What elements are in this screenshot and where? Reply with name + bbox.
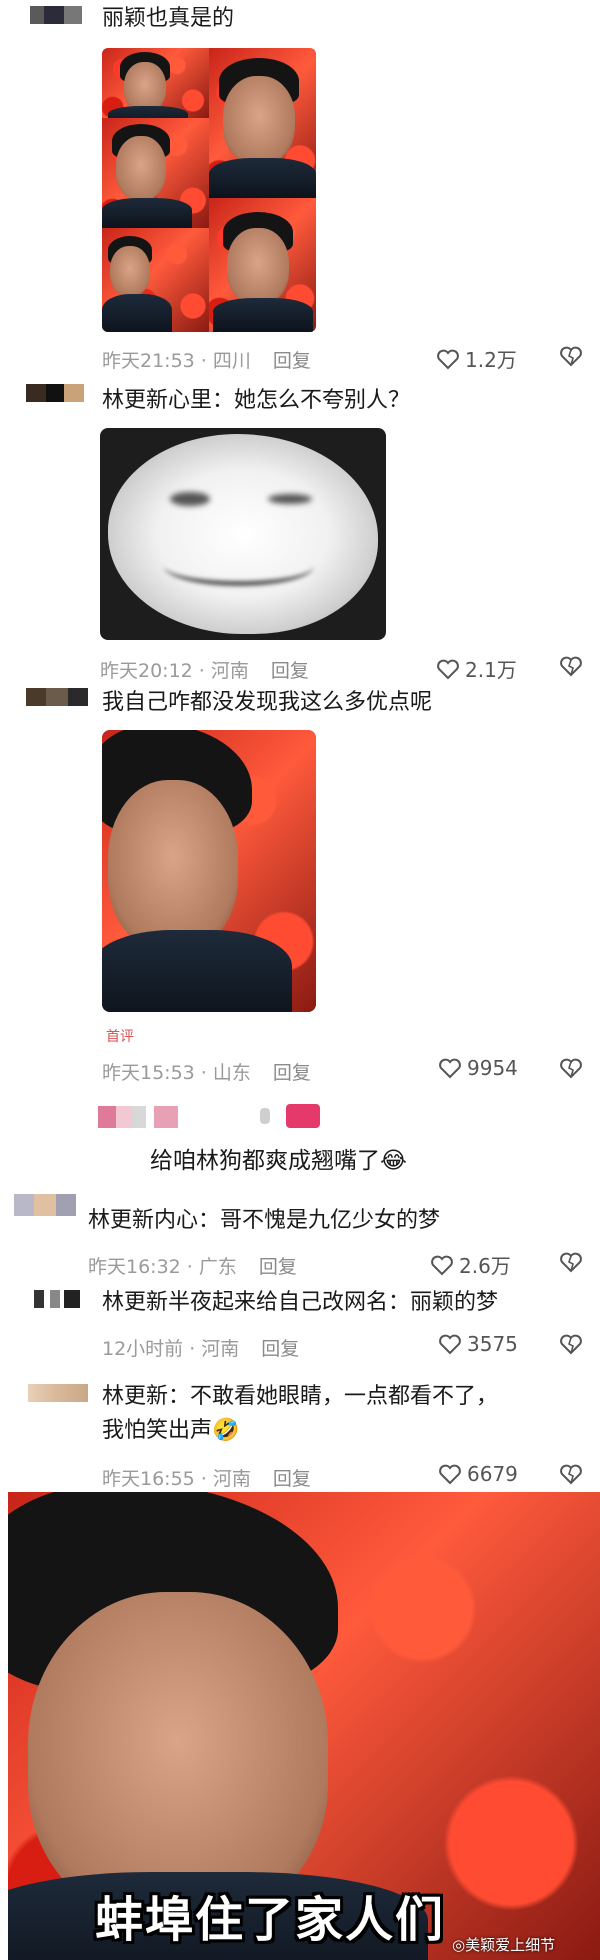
like-count: 2.1万 [465,658,517,682]
reply-button[interactable]: 回复 [271,660,309,682]
comment-6: 林更新半夜起来给自己改网名：丽颖的梦 12小时前 · 河南 回复 3575 [0,1280,600,1372]
panda-face [108,434,378,634]
avatar[interactable] [14,1194,76,1216]
comment-meta: 12小时前 · 河南 回复 [102,1334,299,1361]
avatar[interactable] [28,1384,88,1402]
meme-cell [209,48,316,198]
comment-text: 给咱林狗都爽成翘嘴了😂 [150,1148,407,1174]
avatar[interactable] [26,384,84,402]
comment-text-line2: 我怕笑出声🤣 [102,1418,240,1443]
like-count: 3575 [467,1332,518,1356]
heart-icon [437,349,459,369]
broken-heart-icon[interactable] [558,1332,584,1356]
heart-icon [439,1334,461,1355]
comment-meta: 昨天15:53 · 山东 回复 [102,1058,311,1085]
reply-button[interactable]: 回复 [273,1468,311,1490]
reply-button[interactable]: 回复 [273,350,311,372]
banner-caption: 蚌埠住了家人们 [95,1892,446,1948]
reply-button[interactable]: 回复 [273,1062,311,1084]
like-button[interactable]: 1.2万 [436,344,517,373]
comment-meta: 昨天16:32 · 广东 回复 [88,1252,297,1279]
comment-text-line1: 林更新：不敢看她眼睛，一点都看不了， [102,1384,499,1409]
comment-meta: 昨天20:12 · 河南 回复 [100,656,309,683]
comment-reply: 给咱林狗都爽成翘嘴了😂 [0,1100,600,1190]
like-button[interactable]: 9954 [438,1056,518,1080]
broken-heart-icon[interactable] [558,344,584,368]
first-comment-badge: 首评 [106,1029,134,1045]
time-place: 昨天20:12 · 河南 [100,660,249,682]
comment-text: 林更新半夜起来给自己改网名：丽颖的梦 [102,1290,499,1315]
heart-icon [437,659,459,679]
meme-cell [102,48,209,118]
comment-meta: 昨天16:55 · 河南 回复 [102,1464,311,1491]
avatar-extra [260,1108,270,1124]
time-place: 昨天16:55 · 河南 [102,1468,251,1490]
comment-text: 林更新内心：哥不愧是九亿少女的梦 [88,1208,441,1233]
like-count: 2.6万 [459,1254,511,1278]
comment-7: 林更新：不敢看她眼睛，一点都看不了， 我怕笑出声🤣 昨天16:55 · 河南 回复… [0,1372,600,1490]
comment-text: 我自己咋都没发现我这么多优点呢 [102,690,433,715]
avatar[interactable] [34,1290,80,1308]
time-place: 昨天21:53 · 四川 [102,350,251,372]
like-button[interactable]: 2.1万 [436,654,517,683]
like-count: 6679 [467,1462,518,1486]
like-count: 1.2万 [465,348,517,372]
meme-cell [102,228,209,332]
broken-heart-icon[interactable] [558,1056,584,1080]
heart-icon [439,1464,461,1485]
time-place: 12小时前 · 河南 [102,1338,240,1360]
broken-heart-icon[interactable] [558,1250,584,1274]
comment-text: 林更新心里：她怎么不夸别人？ [102,388,411,413]
broken-heart-icon[interactable] [558,1462,584,1486]
comment-3: 我自己咋都没发现我这么多优点呢 首评 昨天15:53 · 山东 回复 9954 [0,680,600,1090]
meme-image-grid[interactable] [102,48,316,332]
comment-meta: 昨天21:53 · 四川 回复 [102,346,311,373]
meme-image[interactable] [100,428,386,640]
comment-text: 丽颖也真是的 [102,6,235,31]
avatar[interactable] [26,688,88,706]
avatar[interactable] [98,1106,178,1128]
meme-image[interactable] [102,730,316,1012]
like-button[interactable]: 3575 [438,1332,518,1356]
mouth [164,546,314,586]
like-count: 9954 [467,1056,518,1080]
avatar-extra [286,1104,320,1128]
broken-heart-icon[interactable] [558,654,584,678]
meme-cell [102,118,209,228]
comment-1: 丽颖也真是的 昨天21:53 · 四川 回复 1.2万 [0,0,600,373]
time-place: 昨天16:32 · 广东 [88,1256,237,1278]
like-button[interactable]: 6679 [438,1462,518,1486]
reply-button[interactable]: 回复 [261,1338,299,1360]
watermark: ◎美颖爱上细节 [452,1936,556,1954]
reply-button[interactable]: 回复 [259,1256,297,1278]
comment-5: 林更新内心：哥不愧是九亿少女的梦 昨天16:32 · 广东 回复 2.6万 [0,1190,600,1280]
avatar[interactable] [30,6,82,24]
like-button[interactable]: 2.6万 [430,1250,511,1279]
meme-cell [209,198,316,332]
comment-2: 林更新心里：她怎么不夸别人？ 昨天20:12 · 河南 回复 2.1万 [0,370,600,683]
heart-icon [431,1255,453,1275]
eye-left [170,492,210,506]
eye-right [268,494,312,504]
time-place: 昨天15:53 · 山东 [102,1062,251,1084]
heart-icon [439,1058,461,1079]
